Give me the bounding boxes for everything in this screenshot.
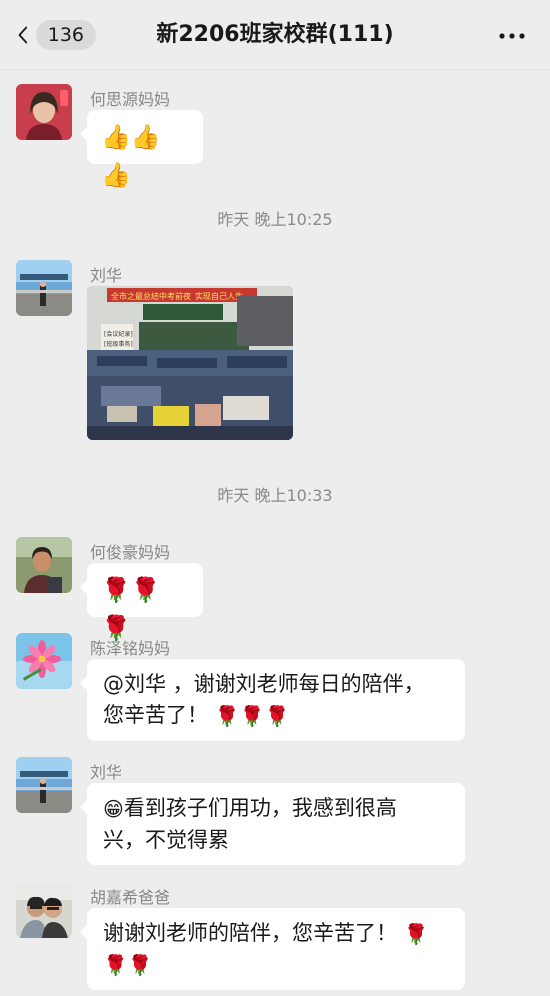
message-text: 兴，不觉得累 — [103, 827, 229, 852]
unread-count-badge: 136 — [35, 20, 96, 50]
rose-icon: 🌹🌹 — [103, 953, 153, 977]
message-bubble[interactable]: 🌹🌹🌹 — [80, 563, 203, 642]
sender-name: 何俊豪妈妈 — [90, 543, 171, 562]
chevron-left-icon — [18, 26, 28, 44]
message-bubble[interactable]: 谢谢刘老师的陪伴，您辛苦了！ 🌹 🌹🌹 — [80, 908, 465, 990]
avatar[interactable] — [16, 633, 72, 689]
more-options-icon[interactable] — [496, 22, 528, 50]
banner-text: 实现自己人生 — [195, 291, 243, 301]
timestamp: 昨天 晚上10:33 — [217, 486, 333, 505]
message-text: 谢谢刘老师的陪伴，您辛苦了！ — [103, 921, 397, 945]
avatar[interactable] — [16, 757, 72, 813]
message-bubble[interactable]: @刘华 ，谢谢刘老师每日的陪伴， 您辛苦了！ 🌹🌹🌹 — [80, 659, 465, 741]
avatar[interactable] — [16, 537, 72, 593]
message-text: 🌹🌹🌹 — [101, 576, 161, 642]
banner-text: 全市之最总结中考前夜 — [111, 291, 191, 301]
message-text: 👍👍👍 — [101, 123, 161, 189]
grin-emoji-icon: 😁 — [103, 796, 124, 821]
rose-icon: 🌹 — [403, 921, 429, 946]
rose-icon: 🌹🌹🌹 — [214, 703, 290, 728]
sender-name: 何思源妈妈 — [90, 90, 171, 109]
board-text: [会议纪录] — [104, 330, 133, 338]
message-text: 您辛苦了！ — [103, 703, 208, 727]
avatar[interactable] — [16, 882, 72, 938]
sender-name: 刘华 — [90, 763, 123, 782]
chat-title: 新2206班家校群(111) — [156, 22, 394, 47]
message-bubble[interactable]: 😁看到孩子们用功，我感到很高 兴，不觉得累 — [80, 783, 465, 865]
message-text: @刘华 ，谢谢刘老师每日的陪伴， — [103, 672, 425, 696]
back-button[interactable]: 136 — [14, 18, 96, 52]
shared-photo[interactable]: 全市之最总结中考前夜 实现自己人生 [会议纪录] [班级事务] — [87, 286, 293, 440]
sender-name: 胡嘉希爸爸 — [90, 888, 171, 907]
avatar[interactable] — [16, 260, 72, 316]
avatar[interactable] — [16, 84, 72, 140]
timestamp: 昨天 晚上10:25 — [217, 210, 333, 229]
chat-header: 136 新2206班家校群(111) — [0, 0, 550, 70]
board-text: [班级事务] — [104, 340, 133, 348]
message-text: 看到孩子们用功，我感到很高 — [123, 796, 397, 820]
message-bubble[interactable]: 👍👍👍 — [80, 110, 203, 189]
sender-name: 陈泽铭妈妈 — [90, 639, 171, 658]
sender-name: 刘华 — [90, 266, 123, 285]
